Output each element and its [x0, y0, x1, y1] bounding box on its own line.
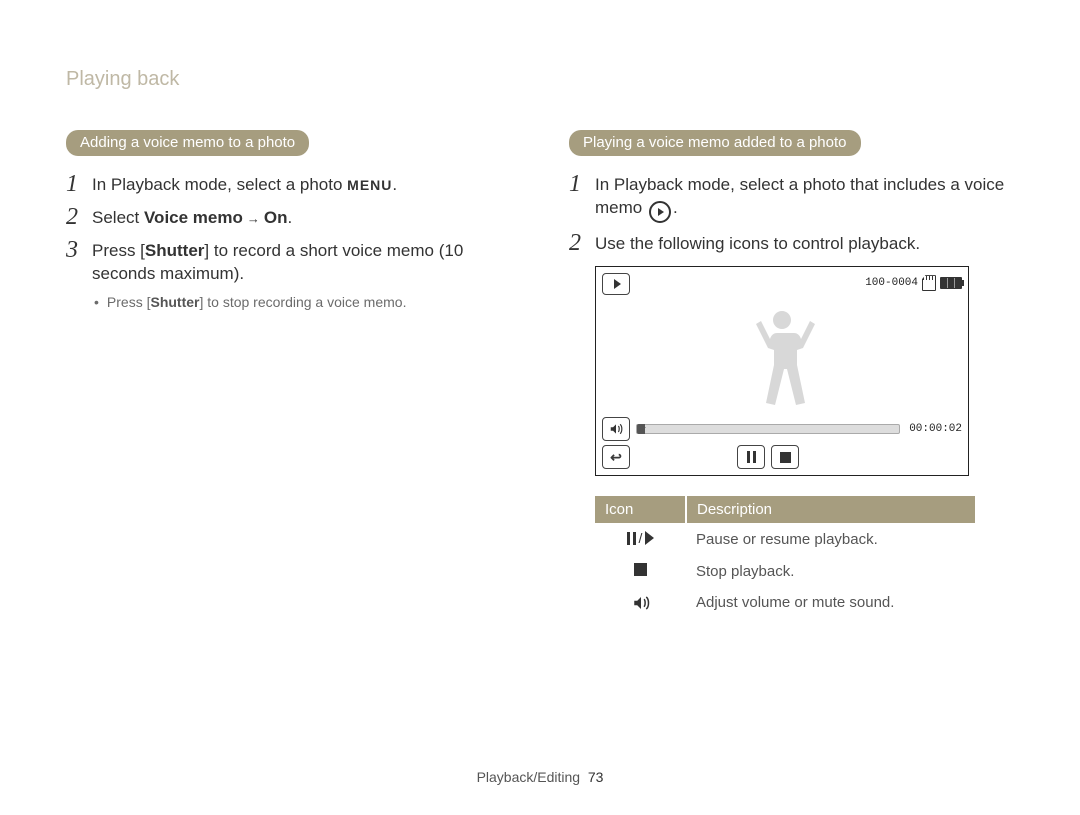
- page-footer: Playback/Editing 73: [0, 769, 1080, 785]
- section-title: Playing back: [66, 68, 179, 91]
- table-desc: Stop playback.: [686, 556, 975, 587]
- step-1-left: 1 In Playback mode, select a photo MENU.: [66, 172, 513, 197]
- right-heading-pill: Playing a voice memo added to a photo: [569, 130, 861, 156]
- camera-display: 100-0004: [595, 266, 969, 476]
- timecode: 00:00:02: [906, 423, 962, 435]
- step-number: 3: [66, 238, 92, 263]
- step-text: In Playback mode, select a photo: [92, 175, 347, 194]
- bullet-text: Press [: [107, 294, 151, 310]
- right-column: Playing a voice memo added to a photo 1 …: [569, 130, 1016, 619]
- sd-card-icon: [922, 275, 936, 291]
- step-bold: Voice memo: [144, 208, 243, 227]
- step-text: Press [: [92, 241, 145, 260]
- stop-icon: [634, 563, 647, 576]
- battery-icon: [940, 277, 962, 289]
- stop-button[interactable]: [771, 445, 799, 469]
- table-row: / Pause or resume playback.: [595, 523, 975, 556]
- step-number: 2: [569, 231, 595, 256]
- table-header-desc: Description: [686, 496, 975, 523]
- pause-button[interactable]: [737, 445, 765, 469]
- table-desc: Adjust volume or mute sound.: [686, 587, 975, 619]
- play-circle-icon: [649, 201, 671, 223]
- step-text-after: .: [287, 208, 292, 227]
- sub-bullet: Press [Shutter] to stop recording a voic…: [94, 294, 513, 310]
- progress-bar[interactable]: [636, 424, 900, 434]
- left-column: Adding a voice memo to a photo 1 In Play…: [66, 130, 513, 619]
- footer-section: Playback/Editing: [477, 769, 581, 785]
- pause-play-icon: /: [627, 530, 655, 546]
- step-2-right: 2 Use the following icons to control pla…: [569, 231, 1016, 256]
- pause-icon: [747, 451, 756, 463]
- step-text: Use the following icons to control playb…: [595, 234, 920, 253]
- table-row: Adjust volume or mute sound.: [595, 587, 975, 619]
- step-3-left: 3 Press [Shutter] to record a short voic…: [66, 238, 513, 286]
- back-button[interactable]: ↩: [602, 445, 630, 469]
- volume-button[interactable]: [602, 417, 630, 441]
- step-bold: Shutter: [145, 241, 205, 260]
- photo-preview: [602, 293, 962, 413]
- step-bold: On: [264, 208, 288, 227]
- arrow-icon: →: [243, 210, 264, 228]
- step-text-after: .: [392, 175, 397, 194]
- step-number: 1: [66, 172, 92, 197]
- table-header-row: Icon Description: [595, 496, 975, 523]
- person-silhouette: [742, 303, 822, 413]
- playback-mode-icon: [602, 273, 630, 295]
- step-2-left: 2 Select Voice memo→On.: [66, 205, 513, 230]
- step-number: 1: [569, 172, 595, 197]
- table-row: Stop playback.: [595, 556, 975, 587]
- bullet-bold: Shutter: [150, 294, 199, 310]
- page-number: 73: [588, 769, 604, 785]
- file-number: 100-0004: [865, 277, 918, 289]
- left-heading-pill: Adding a voice memo to a photo: [66, 130, 309, 156]
- step-1-right: 1 In Playback mode, select a photo that …: [569, 172, 1016, 223]
- icon-table: Icon Description / Pause or resume playb…: [595, 496, 975, 619]
- step-text: Select: [92, 208, 144, 227]
- step-number: 2: [66, 205, 92, 230]
- menu-icon: MENU: [347, 177, 392, 193]
- step-text-after: .: [673, 198, 678, 217]
- volume-icon: [632, 594, 650, 612]
- table-desc: Pause or resume playback.: [686, 523, 975, 556]
- table-header-icon: Icon: [595, 496, 686, 523]
- back-arrow-icon: ↩: [610, 449, 622, 466]
- stop-icon: [780, 452, 791, 463]
- bullet-text-after: ] to stop recording a voice memo.: [199, 294, 406, 310]
